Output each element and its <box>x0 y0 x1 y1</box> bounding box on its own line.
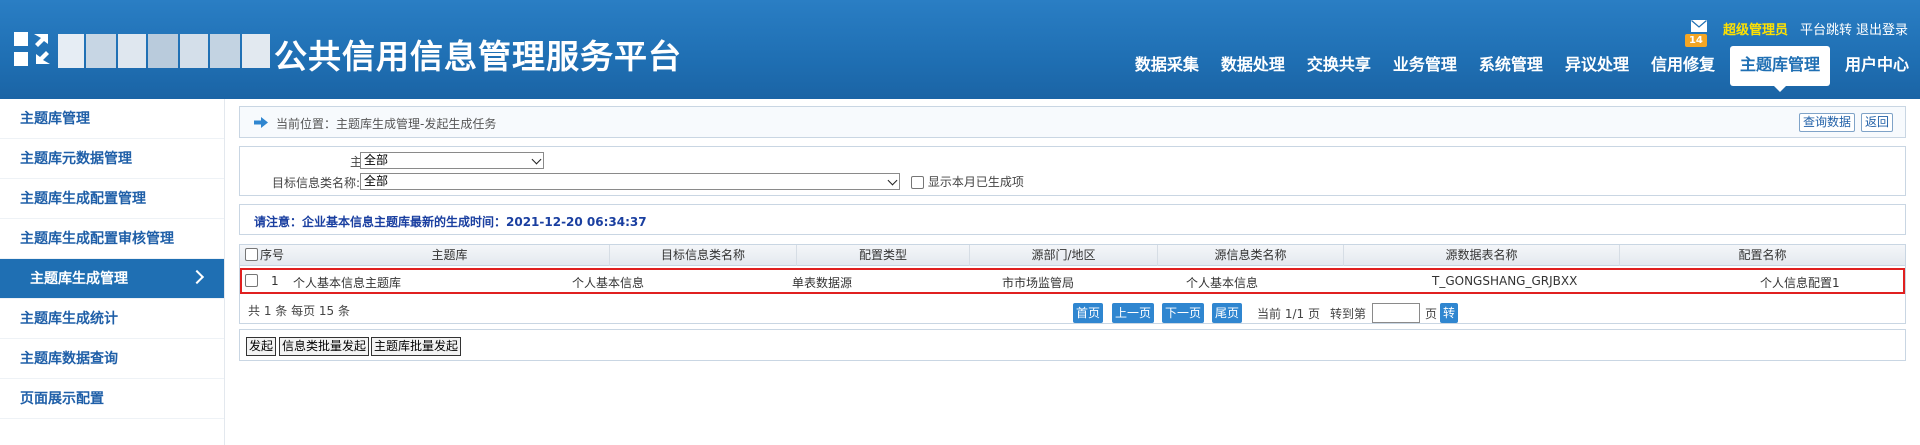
nav-data-collection[interactable]: 数据采集 <box>1124 46 1210 86</box>
sidebar-item-config-review[interactable]: 主题库生成配置审核管理 <box>0 219 224 259</box>
logout-link[interactable]: 退出登录 <box>1856 19 1908 38</box>
sidebar-item-generation-stats[interactable]: 主题库生成统计 <box>0 299 224 339</box>
cell-source-info-class: 个人基本信息 <box>1186 276 1259 290</box>
mail-count-badge: 14 <box>1684 33 1707 47</box>
table-header: 序号 主题库 目标信息类名称 配置类型 源部门/地区 源信息类名称 源数据表名称… <box>240 245 1905 266</box>
cell-index: 1 <box>271 274 279 288</box>
show-generated-checkbox[interactable] <box>911 176 924 189</box>
generation-time-notice: 请注意：企业基本信息主题库最新的生成时间：2021-12-20 06:34:37 <box>254 215 647 229</box>
target-info-class-label: 目标信息类名称: <box>271 176 360 190</box>
chevron-down-icon <box>887 175 898 186</box>
show-generated-option: 显示本月已生成项 <box>911 173 1024 190</box>
last-page-button[interactable]: 尾页 <box>1212 303 1243 323</box>
theme-library-select[interactable]: 全部 <box>360 152 544 169</box>
column-header-config-type: 配置类型 <box>797 245 970 266</box>
page-unit-label: 页 <box>1425 307 1438 321</box>
next-page-button[interactable]: 下一页 <box>1162 303 1205 323</box>
query-data-button[interactable]: 查询数据 <box>1798 113 1855 132</box>
sidebar-item-theme-library[interactable]: 主题库管理 <box>0 99 224 139</box>
row-checkbox[interactable] <box>245 274 258 287</box>
cell-source-table: T_GONGSHANG_GRJBXX <box>1432 274 1578 288</box>
main-content: 当前位置：主题库生成管理-发起生成任务 查询数据 返回 主题库: 全部 目标信息… <box>239 106 1906 361</box>
platform-jump-link[interactable]: 平台跳转 <box>1800 19 1852 38</box>
cell-source-dept: 市市场监管局 <box>1002 276 1075 290</box>
column-header-target-info-class: 目标信息类名称 <box>610 245 797 266</box>
sidebar: 主题库管理 主题库元数据管理 主题库生成配置管理 主题库生成配置审核管理 主题库… <box>0 99 225 445</box>
column-header-config-name: 配置名称 <box>1738 248 1787 262</box>
cell-config-name: 个人信息配置1 <box>1760 276 1840 290</box>
target-info-class-select[interactable]: 全部 <box>360 173 900 190</box>
arrow-right-icon <box>254 117 268 128</box>
breadcrumb-bar: 当前位置：主题库生成管理-发起生成任务 查询数据 返回 <box>239 106 1906 138</box>
nav-business-management[interactable]: 业务管理 <box>1382 46 1468 86</box>
user-area: 14 超级管理员 平台跳转 退出登录 <box>1684 19 1908 47</box>
chevron-right-icon <box>189 269 205 285</box>
nav-theme-library[interactable]: 主题库管理 <box>1729 46 1830 92</box>
column-header-source-dept: 源部门/地区 <box>970 245 1158 266</box>
breadcrumb: 当前位置：主题库生成管理-发起生成任务 <box>276 117 497 131</box>
sidebar-item-metadata[interactable]: 主题库元数据管理 <box>0 139 224 179</box>
column-header-theme-library: 主题库 <box>290 245 610 266</box>
cell-config-type: 单表数据源 <box>792 276 853 290</box>
table-row[interactable]: 1 个人基本信息主题库 个人基本信息 单表数据源 市市场监管局 个人基本信息 T… <box>240 268 1905 294</box>
chevron-down-icon <box>531 154 542 165</box>
nav-system-management[interactable]: 系统管理 <box>1468 46 1554 86</box>
show-generated-label: 显示本月已生成项 <box>927 175 1024 189</box>
user-name[interactable]: 超级管理员 <box>1723 19 1788 38</box>
action-bar: 发起 信息类批量发起 主题库批量发起 <box>239 329 1906 361</box>
filter-panel: 主题库: 全部 目标信息类名称: 全部 显示本月已生成项 <box>239 146 1906 196</box>
goto-page-label: 转到第 <box>1330 307 1367 321</box>
sidebar-item-data-query[interactable]: 主题库数据查询 <box>0 339 224 379</box>
main-nav: 数据采集 数据处理 交换共享 业务管理 系统管理 异议处理 信用修复 主题库管理… <box>1124 46 1920 92</box>
app-header: 公共信用信息管理服务平台 14 超级管理员 平台跳转 退出登录 数据采集 数据处… <box>0 0 1920 99</box>
nav-objection-handling[interactable]: 异议处理 <box>1554 46 1640 86</box>
pagination-info: 共 1 条 每页 15 条 <box>248 304 350 318</box>
sidebar-item-page-display[interactable]: 页面展示配置 <box>0 379 224 419</box>
column-header-index: 序号 <box>260 248 285 262</box>
nav-exchange-share[interactable]: 交换共享 <box>1296 46 1382 86</box>
pagination: 共 1 条 每页 15 条 首页 上一页 下一页 尾页 当前 1/1 页 转到第… <box>240 296 1905 324</box>
batch-launch-theme-library-button[interactable]: 主题库批量发起 <box>371 337 462 356</box>
notice-panel: 请注意：企业基本信息主题库最新的生成时间：2021-12-20 06:34:37 <box>239 204 1906 235</box>
cell-target-info-class: 个人基本信息 <box>572 276 645 290</box>
select-all-checkbox[interactable] <box>245 248 258 261</box>
nav-user-center[interactable]: 用户中心 <box>1834 46 1920 86</box>
batch-launch-info-class-button[interactable]: 信息类批量发起 <box>279 337 370 356</box>
task-table: 序号 主题库 目标信息类名称 配置类型 源部门/地区 源信息类名称 源数据表名称… <box>239 244 1906 324</box>
nav-credit-repair[interactable]: 信用修复 <box>1640 46 1726 86</box>
logo-icon <box>14 32 50 66</box>
site-title: 公共信用信息管理服务平台 <box>274 37 682 76</box>
cell-theme-library: 个人基本信息主题库 <box>293 276 402 290</box>
sidebar-item-generation-management[interactable]: 主题库生成管理 <box>0 259 224 299</box>
first-page-button[interactable]: 首页 <box>1073 303 1104 323</box>
goto-page-input[interactable] <box>1372 303 1420 323</box>
column-header-source-table: 源数据表名称 <box>1344 245 1620 266</box>
sidebar-item-label: 主题库生成管理 <box>30 271 128 287</box>
launch-button[interactable]: 发起 <box>246 337 277 356</box>
mail-icon[interactable]: 14 <box>1684 19 1711 47</box>
back-button[interactable]: 返回 <box>1860 113 1893 132</box>
blurred-logo-text <box>58 34 270 68</box>
sidebar-item-generation-config[interactable]: 主题库生成配置管理 <box>0 179 224 219</box>
current-page-text: 当前 1/1 页 <box>1257 307 1320 321</box>
column-header-source-info-class: 源信息类名称 <box>1158 245 1344 266</box>
prev-page-button[interactable]: 上一页 <box>1112 303 1155 323</box>
go-page-button[interactable]: 转 <box>1440 303 1459 323</box>
nav-data-processing[interactable]: 数据处理 <box>1210 46 1296 86</box>
